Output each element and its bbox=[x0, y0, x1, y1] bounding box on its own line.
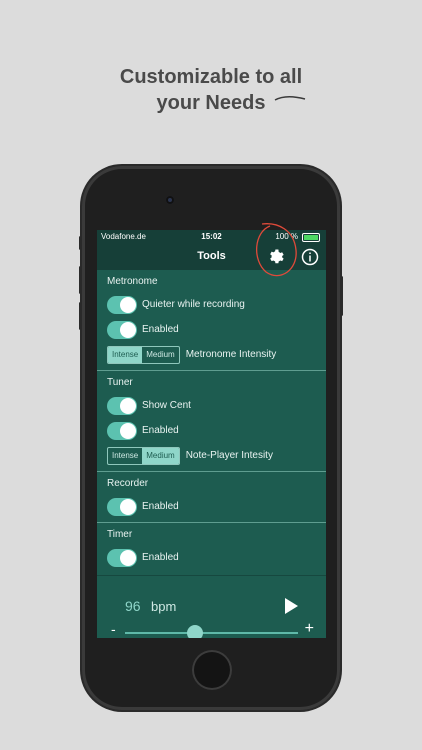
metronome-enabled-label: Enabled bbox=[142, 324, 179, 335]
timer-enabled-label: Enabled bbox=[142, 552, 179, 563]
home-button[interactable] bbox=[192, 650, 232, 690]
front-camera bbox=[166, 196, 174, 204]
timer-section: Timer Enabled bbox=[97, 523, 326, 573]
tuner-intensity-segmented[interactable]: Intense Medium bbox=[107, 446, 180, 465]
bpm-unit: bpm bbox=[151, 599, 177, 614]
recorder-enabled-toggle[interactable] bbox=[107, 497, 137, 516]
metronome-intensity-label: Metronome Intensity bbox=[185, 349, 277, 360]
info-icon[interactable] bbox=[301, 248, 319, 266]
metronome-quieter-toggle[interactable] bbox=[107, 295, 137, 314]
metronome-intensity-segmented[interactable]: Intense Medium bbox=[107, 345, 180, 364]
bpm-value: 96 bbox=[125, 598, 141, 614]
tuner-title: Tuner bbox=[107, 377, 133, 388]
headline-line-1: Customizable to all bbox=[119, 66, 303, 88]
tuner-section: Tuner Show Cent Enabled Intense Medium N… bbox=[97, 371, 326, 472]
metronome-seg-medium[interactable]: Medium bbox=[142, 347, 178, 363]
tuner-enabled-label: Enabled bbox=[142, 425, 179, 436]
recorder-enabled-label: Enabled bbox=[142, 501, 179, 512]
highlight-circle bbox=[256, 223, 297, 277]
tempo-slider-knob[interactable] bbox=[187, 625, 203, 638]
underline-swoosh bbox=[274, 96, 306, 101]
timer-enabled-toggle[interactable] bbox=[107, 548, 137, 567]
metronome-enabled-row: Enabled bbox=[107, 317, 316, 342]
tuner-seg-medium[interactable]: Medium bbox=[142, 447, 179, 464]
metronome-quieter-row: Quieter while recording bbox=[107, 292, 316, 317]
metronome-section: Metronome Quieter while recording Enable… bbox=[97, 270, 326, 371]
tuner-seg-intense[interactable]: Intense bbox=[108, 448, 142, 464]
tuner-intensity-label: Note-Player Intesity bbox=[185, 450, 273, 461]
tuner-showcent-row: Show Cent bbox=[107, 393, 316, 418]
tuner-showcent-label: Show Cent bbox=[142, 400, 191, 411]
tuner-showcent-toggle[interactable] bbox=[107, 396, 137, 415]
timer-title: Timer bbox=[107, 529, 133, 540]
play-icon[interactable] bbox=[285, 598, 298, 614]
battery-icon bbox=[302, 233, 320, 242]
plus-button[interactable]: + bbox=[305, 620, 314, 638]
tuner-enabled-toggle[interactable] bbox=[107, 421, 137, 440]
tuner-enabled-row: Enabled bbox=[107, 418, 316, 443]
recorder-enabled-row: Enabled bbox=[107, 494, 316, 519]
metronome-quieter-label: Quieter while recording bbox=[142, 299, 245, 310]
minus-button[interactable]: - bbox=[111, 621, 116, 637]
metronome-enabled-toggle[interactable] bbox=[107, 320, 137, 339]
metronome-seg-intense[interactable]: Intense bbox=[108, 346, 143, 363]
metronome-player: 96 bpm - + bbox=[97, 575, 326, 638]
headline: Customizable to all your Needs bbox=[0, 64, 422, 116]
recorder-section: Recorder Enabled bbox=[97, 472, 326, 523]
metronome-intensity-row: Intense Medium Metronome Intensity bbox=[107, 342, 316, 367]
headline-line-2: your Needs bbox=[156, 92, 266, 114]
timer-enabled-row: Enabled bbox=[107, 545, 316, 570]
tuner-intensity-row: Intense Medium Note-Player Intesity bbox=[107, 443, 316, 468]
recorder-title: Recorder bbox=[107, 478, 149, 489]
tempo-slider[interactable] bbox=[125, 632, 298, 634]
app-screen: Vodafone.de 15:02 100 % Tools Metronome … bbox=[97, 230, 326, 638]
